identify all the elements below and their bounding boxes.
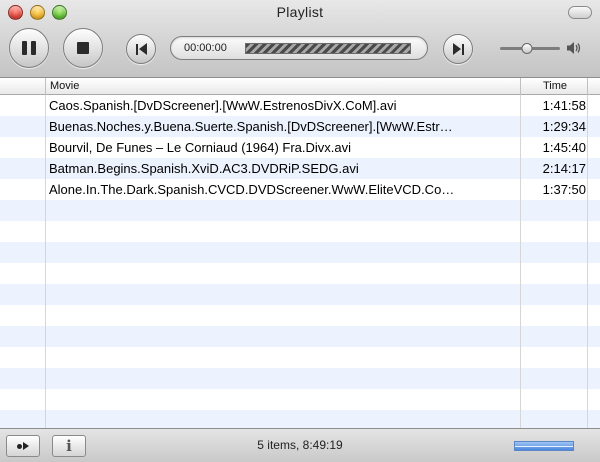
progress-bar[interactable] bbox=[245, 43, 411, 54]
empty-row bbox=[0, 200, 600, 221]
pause-icon bbox=[22, 41, 36, 55]
empty-row bbox=[0, 221, 600, 242]
movie-duration: 1:41:58 bbox=[542, 98, 586, 113]
movie-title: Batman.Begins.Spanish.XviD.AC3.DVDRiP.SE… bbox=[49, 161, 359, 176]
window-title: Playlist bbox=[276, 4, 324, 20]
table-rows: Caos.Spanish.[DvDScreener].[WwW.Estrenos… bbox=[0, 95, 600, 428]
stop-button[interactable] bbox=[63, 28, 103, 68]
empty-row bbox=[0, 263, 600, 284]
movie-title: Bourvil, De Funes – Le Corniaud (1964) F… bbox=[49, 140, 352, 155]
table-row[interactable]: Buenas.Noches.y.Buena.Suerte.Spanish.[Dv… bbox=[0, 116, 600, 137]
movie-title: Caos.Spanish.[DvDScreener].[WwW.Estrenos… bbox=[49, 98, 397, 113]
table-row[interactable]: Batman.Begins.Spanish.XviD.AC3.DVDRiP.SE… bbox=[0, 158, 600, 179]
column-header-movie[interactable]: Movie bbox=[50, 80, 79, 92]
previous-track-icon bbox=[135, 43, 147, 55]
next-track-icon bbox=[452, 43, 464, 55]
playlist-summary: 5 items, 8:49:19 bbox=[257, 438, 343, 452]
playlist-table: Movie Time Caos.Spanish.[DvDScreener].[W… bbox=[0, 78, 600, 428]
playlist-window: Playlist 00:00:00 Movie Time Caos.Spanis… bbox=[0, 0, 600, 462]
movie-duration: 1:45:40 bbox=[542, 140, 586, 155]
table-row[interactable]: Alone.In.The.Dark.Spanish.CVCD.DVDScreen… bbox=[0, 179, 600, 200]
progress-control: 00:00:00 bbox=[170, 36, 428, 60]
movie-title: Buenas.Noches.y.Buena.Suerte.Spanish.[Dv… bbox=[49, 119, 453, 134]
empty-row bbox=[0, 242, 600, 263]
column-divider bbox=[45, 95, 46, 428]
empty-row bbox=[0, 389, 600, 410]
empty-row bbox=[0, 347, 600, 368]
current-time: 00:00:00 bbox=[184, 42, 227, 54]
empty-row bbox=[0, 410, 600, 428]
movie-title: Alone.In.The.Dark.Spanish.CVCD.DVDScreen… bbox=[49, 182, 455, 197]
toolbar: Playlist 00:00:00 bbox=[0, 0, 600, 78]
pause-button[interactable] bbox=[9, 28, 49, 68]
previous-button[interactable] bbox=[126, 34, 156, 64]
table-row[interactable]: Caos.Spanish.[DvDScreener].[WwW.Estrenos… bbox=[0, 95, 600, 116]
empty-row bbox=[0, 326, 600, 347]
empty-row bbox=[0, 284, 600, 305]
empty-row bbox=[0, 305, 600, 326]
movie-duration: 2:14:17 bbox=[542, 161, 586, 176]
stop-icon bbox=[77, 42, 89, 54]
status-bar: i 5 items, 8:49:19 bbox=[0, 428, 600, 462]
next-button[interactable] bbox=[443, 34, 473, 64]
movie-duration: 1:37:50 bbox=[542, 182, 586, 197]
column-divider bbox=[520, 95, 521, 428]
movie-duration: 1:29:34 bbox=[542, 119, 586, 134]
empty-row bbox=[0, 368, 600, 389]
table-row[interactable]: Bourvil, De Funes – Le Corniaud (1964) F… bbox=[0, 137, 600, 158]
toolbar-toggle-button[interactable] bbox=[568, 6, 592, 19]
activity-indicator bbox=[514, 441, 574, 451]
table-header: Movie Time bbox=[0, 78, 600, 95]
column-header-time[interactable]: Time bbox=[543, 80, 567, 92]
volume-slider[interactable] bbox=[500, 43, 560, 54]
speaker-icon bbox=[567, 42, 581, 54]
column-divider bbox=[587, 95, 588, 428]
volume-slider-knob[interactable] bbox=[521, 43, 533, 54]
